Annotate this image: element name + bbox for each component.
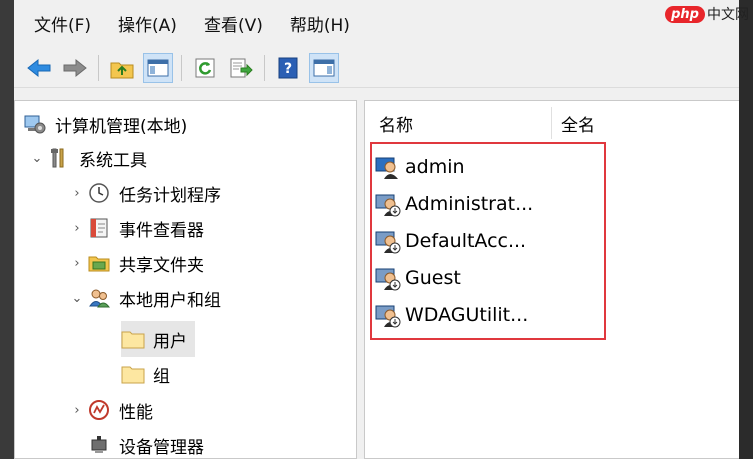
tree-label: 组 — [153, 366, 170, 387]
tree-label: 系统工具 — [79, 150, 147, 171]
folder-icon — [121, 362, 145, 386]
tree-item-system-tools[interactable]: ⌄ 系统工具 — [27, 141, 147, 175]
chevron-right-icon[interactable]: › — [67, 221, 87, 236]
toolbar: ? — [14, 48, 739, 88]
up-level-button[interactable] — [107, 53, 137, 83]
tree-label: 设备管理器 — [119, 437, 204, 458]
action-pane-icon — [313, 59, 335, 76]
chevron-right-icon[interactable]: › — [67, 256, 87, 271]
export-list-button[interactable] — [226, 53, 256, 83]
watermark-text: 中文网 — [707, 7, 749, 23]
tree-item-users[interactable]: 用户 — [121, 321, 195, 357]
computer-management-icon — [23, 112, 47, 136]
forward-icon — [63, 58, 87, 77]
performance-icon — [87, 398, 111, 422]
menu-file[interactable]: 文件(F) — [34, 11, 91, 36]
help-button[interactable]: ? — [273, 53, 303, 83]
refresh-button[interactable] — [190, 53, 220, 83]
tree-item-root[interactable]: 计算机管理(本地) — [23, 107, 187, 141]
show-console-tree-button[interactable] — [143, 52, 173, 83]
desktop-edge-left — [0, 0, 14, 459]
tree-label: 事件查看器 — [119, 220, 204, 241]
column-divider[interactable] — [551, 107, 552, 139]
forward-button[interactable] — [60, 53, 90, 83]
tree-item-event-viewer[interactable]: › 事件查看器 — [67, 211, 204, 245]
folder-icon — [121, 327, 145, 351]
chevron-down-icon[interactable]: ⌄ — [67, 291, 87, 306]
tree-item-task-scheduler[interactable]: › 任务计划程序 — [67, 176, 221, 210]
tree-label: 共享文件夹 — [119, 255, 204, 276]
tree-label: 用户 — [153, 331, 187, 352]
column-header-name[interactable]: 名称 — [379, 111, 413, 136]
menu-action[interactable]: 操作(A) — [118, 11, 177, 36]
svg-text:?: ? — [284, 61, 292, 77]
watermark-badge: php — [665, 5, 705, 23]
site-watermark: php 中文网 — [665, 4, 749, 24]
users-group-icon — [87, 286, 111, 310]
console-tree-icon — [147, 59, 169, 76]
help-icon: ? — [278, 57, 298, 78]
console-tree-pane[interactable]: 计算机管理(本地) ⌄ 系统工具 › 任务计划程序 › 事件查看器 › 共享文件… — [14, 100, 357, 459]
chevron-down-icon[interactable]: ⌄ — [27, 151, 47, 166]
tree-label: 本地用户和组 — [119, 290, 221, 311]
computer-management-window: 文件(F) 操作(A) 查看(V) 帮助(H) ? 计算机管理(本地) ⌄ 系统… — [14, 0, 739, 459]
tree-item-performance[interactable]: › 性能 — [67, 393, 153, 427]
desktop-edge-right — [739, 0, 753, 459]
toolbar-separator — [98, 54, 99, 81]
event-viewer-icon — [87, 216, 111, 240]
clock-icon — [87, 181, 111, 205]
export-list-icon — [230, 58, 253, 77]
up-folder-icon — [110, 62, 134, 78]
tree-label: 性能 — [119, 402, 153, 423]
toolbar-separator — [181, 54, 182, 81]
menu-help[interactable]: 帮助(H) — [290, 11, 350, 36]
menu-bar: 文件(F) 操作(A) 查看(V) 帮助(H) — [14, 0, 739, 46]
chevron-right-icon[interactable]: › — [67, 186, 87, 201]
tools-icon — [47, 146, 71, 170]
tree-item-device-manager[interactable]: 设备管理器 — [87, 428, 204, 458]
tree-item-groups[interactable]: 组 — [121, 357, 170, 391]
tree-label: 任务计划程序 — [119, 185, 221, 206]
tree-item-shared-folders[interactable]: › 共享文件夹 — [67, 246, 204, 280]
shared-folder-icon — [87, 251, 111, 275]
device-manager-icon — [87, 433, 111, 457]
show-action-pane-button[interactable] — [309, 52, 339, 83]
back-icon — [27, 58, 51, 77]
list-header: 名称 全名 — [365, 101, 739, 145]
back-button[interactable] — [24, 53, 54, 83]
column-header-fullname[interactable]: 全名 — [561, 111, 595, 136]
annotation-highlight-box — [370, 142, 606, 340]
menu-view[interactable]: 查看(V) — [204, 11, 263, 36]
toolbar-separator — [264, 54, 265, 81]
tree-item-local-users-groups[interactable]: ⌄ 本地用户和组 — [67, 281, 221, 315]
chevron-right-icon[interactable]: › — [67, 403, 87, 418]
refresh-icon — [195, 58, 215, 77]
tree-label: 计算机管理(本地) — [55, 116, 188, 137]
